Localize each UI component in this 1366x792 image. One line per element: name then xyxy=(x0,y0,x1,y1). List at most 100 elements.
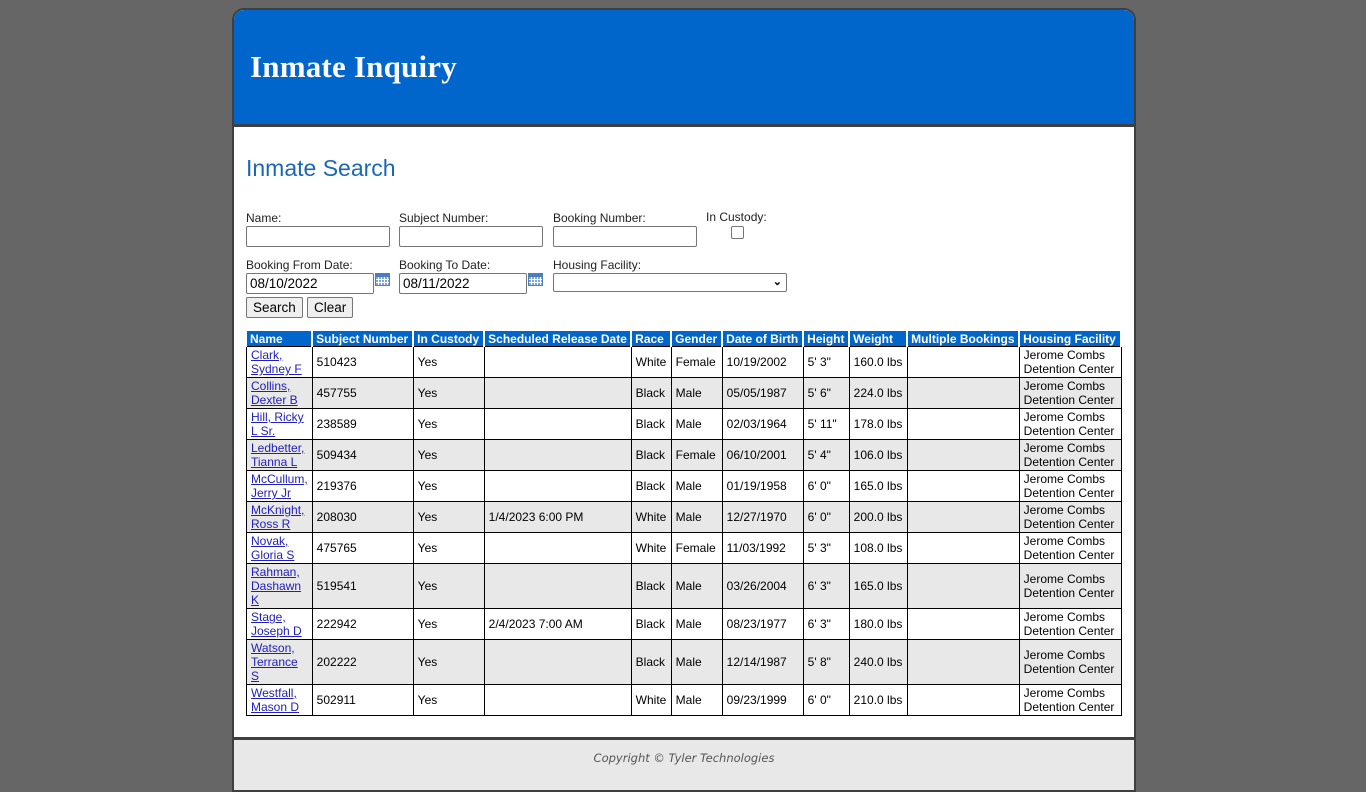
table-row: Hill, Ricky L Sr. 238589 Yes Black Male 02/03… xyxy=(246,408,1122,440)
height-cell: 5' 3" xyxy=(802,346,850,378)
table-row: Westfall, Mason D 502911 Yes White Male 09/23… xyxy=(246,684,1122,716)
housing-facility-cell: Jerome Combs Detention Center xyxy=(1018,377,1122,409)
inmate-name-link[interactable]: Hill, Ricky L Sr. xyxy=(251,410,304,438)
race-cell: White xyxy=(630,346,672,378)
scheduled-release-date-cell xyxy=(483,408,632,440)
name-input[interactable] xyxy=(246,226,390,247)
housing-facility-cell: Jerome Combs Detention Center xyxy=(1018,439,1122,471)
height-cell: 5' 6" xyxy=(802,377,850,409)
name-cell: McCullum, Jerry Jr xyxy=(246,470,313,502)
inmate-name-link[interactable]: Westfall, Mason D xyxy=(251,686,299,714)
weight-cell: 240.0 lbs xyxy=(848,639,908,685)
calendar-icon[interactable] xyxy=(375,273,390,286)
inmate-name-link[interactable]: McCullum, Jerry Jr xyxy=(251,472,308,500)
weight-cell: 165.0 lbs xyxy=(848,470,908,502)
multiple-bookings-cell xyxy=(906,563,1020,609)
gender-cell: Male xyxy=(670,501,723,533)
weight-cell: 178.0 lbs xyxy=(848,408,908,440)
column-header-height: Height xyxy=(802,331,851,347)
subject-number-cell: 222942 xyxy=(311,608,414,640)
page-container: Inmate Inquiry Inmate Search Name: Subje… xyxy=(232,8,1136,792)
table-header-row: Name Subject Number In Custody Scheduled… xyxy=(246,331,1123,347)
inmate-name-link[interactable]: Watson, Terrance S xyxy=(251,641,298,683)
subject-number-cell: 238589 xyxy=(311,408,414,440)
gender-cell: Male xyxy=(670,377,723,409)
height-cell: 5' 3" xyxy=(802,532,850,564)
in-custody-cell: Yes xyxy=(412,501,485,533)
in-custody-cell: Yes xyxy=(412,563,485,609)
weight-cell: 224.0 lbs xyxy=(848,377,908,409)
table-row: Rahman, Dashawn K 519541 Yes Black Male 03/26… xyxy=(246,563,1122,609)
multiple-bookings-cell xyxy=(906,532,1020,564)
in-custody-cell: Yes xyxy=(412,408,485,440)
inmate-name-link[interactable]: Rahman, Dashawn K xyxy=(251,565,301,607)
in-custody-label: In Custody: xyxy=(706,210,767,224)
column-header-race: Race xyxy=(630,331,673,347)
gender-cell: Male xyxy=(670,408,723,440)
multiple-bookings-cell xyxy=(906,346,1020,378)
scheduled-release-date-cell xyxy=(483,532,632,564)
in-custody-cell: Yes xyxy=(412,470,485,502)
booking-number-input[interactable] xyxy=(553,226,697,247)
multiple-bookings-cell xyxy=(906,684,1020,716)
column-header-in-custody: In Custody xyxy=(412,331,486,347)
date-of-birth-cell: 03/26/2004 xyxy=(721,563,804,609)
inmate-name-link[interactable]: Collins, Dexter B xyxy=(251,379,298,407)
weight-cell: 160.0 lbs xyxy=(848,346,908,378)
race-cell: Black xyxy=(630,639,672,685)
date-of-birth-cell: 12/27/1970 xyxy=(721,501,804,533)
inmate-name-link[interactable]: Stage, Joseph D xyxy=(251,610,302,638)
height-cell: 5' 4" xyxy=(802,439,850,471)
race-cell: White xyxy=(630,501,672,533)
scheduled-release-date-cell xyxy=(483,470,632,502)
weight-cell: 210.0 lbs xyxy=(848,684,908,716)
subject-number-cell: 457755 xyxy=(311,377,414,409)
clear-button[interactable]: Clear xyxy=(307,297,354,318)
table-row: Clark, Sydney F 510423 Yes White Female 10/19… xyxy=(246,346,1122,378)
race-cell: Black xyxy=(630,563,672,609)
results-table-body: Clark, Sydney F 510423 Yes White Female 10/19… xyxy=(246,346,1122,716)
subject-number-cell: 475765 xyxy=(311,532,414,564)
table-row: McKnight, Ross R 208030 Yes 1/4/2023 6:00 P… xyxy=(246,501,1122,533)
app-title: Inmate Inquiry xyxy=(250,49,457,84)
date-of-birth-cell: 11/03/1992 xyxy=(721,532,804,564)
race-cell: Black xyxy=(630,470,672,502)
booking-to-date-label: Booking To Date: xyxy=(399,258,491,272)
booking-from-date-input[interactable] xyxy=(246,273,374,294)
inmate-name-link[interactable]: Clark, Sydney F xyxy=(251,348,302,376)
subject-number-input[interactable] xyxy=(399,226,543,247)
multiple-bookings-cell xyxy=(906,608,1020,640)
column-header-housing-facility: Housing Facility xyxy=(1018,331,1123,347)
gender-cell: Male xyxy=(670,563,723,609)
housing-facility-select[interactable]: ⌄ xyxy=(553,273,787,292)
housing-facility-cell: Jerome Combs Detention Center xyxy=(1018,608,1122,640)
column-header-gender: Gender xyxy=(670,331,724,347)
in-custody-checkbox[interactable] xyxy=(731,226,744,239)
column-header-weight: Weight xyxy=(848,331,909,347)
inmate-name-link[interactable]: McKnight, Ross R xyxy=(251,503,304,531)
column-header-date-of-birth: Date of Birth xyxy=(721,331,805,347)
scheduled-release-date-cell xyxy=(483,439,632,471)
main-content: Inmate Search Name: Subject Number: Book… xyxy=(234,127,1134,736)
calendar-icon[interactable] xyxy=(528,273,543,286)
housing-facility-cell: Jerome Combs Detention Center xyxy=(1018,470,1122,502)
in-custody-cell: Yes xyxy=(412,439,485,471)
race-cell: Black xyxy=(630,439,672,471)
booking-from-date-label: Booking From Date: xyxy=(246,258,353,272)
table-row: Watson, Terrance S 202222 Yes Black Male 12/1… xyxy=(246,639,1122,685)
height-cell: 6' 0" xyxy=(802,501,850,533)
inmate-name-link[interactable]: Novak, Gloria S xyxy=(251,534,294,562)
subject-number-cell: 502911 xyxy=(311,684,414,716)
date-of-birth-cell: 02/03/1964 xyxy=(721,408,804,440)
search-button[interactable]: Search xyxy=(246,297,303,318)
booking-to-date-input[interactable] xyxy=(399,273,527,294)
housing-facility-cell: Jerome Combs Detention Center xyxy=(1018,346,1122,378)
name-cell: Hill, Ricky L Sr. xyxy=(246,408,313,440)
subject-number-cell: 202222 xyxy=(311,639,414,685)
housing-facility-field-group: Housing Facility: ⌄ xyxy=(553,258,787,292)
copyright-text: Copyright © Tyler Technologies xyxy=(593,751,775,765)
gender-cell: Male xyxy=(670,608,723,640)
date-of-birth-cell: 08/23/1977 xyxy=(721,608,804,640)
date-of-birth-cell: 09/23/1999 xyxy=(721,684,804,716)
inmate-name-link[interactable]: Ledbetter, Tianna L xyxy=(251,441,304,469)
